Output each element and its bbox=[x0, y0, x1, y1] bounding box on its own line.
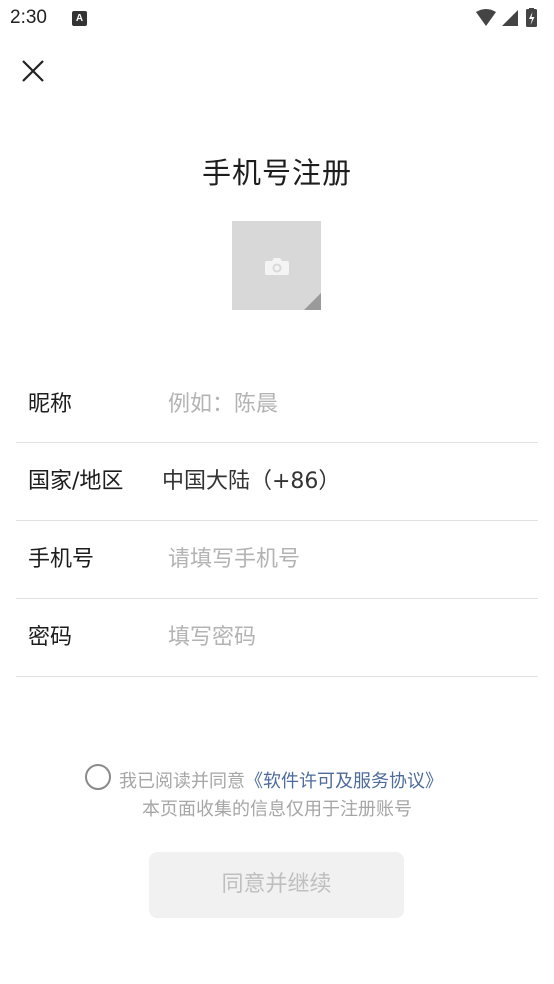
privacy-note: 本页面收集的信息仅用于注册账号 bbox=[142, 799, 412, 820]
avatar-upload[interactable] bbox=[232, 221, 321, 310]
status-bar: 2:30 A bbox=[0, 0, 554, 36]
agreement-checkbox[interactable] bbox=[85, 764, 111, 790]
nickname-row: 昵称 例如：陈晨 bbox=[16, 365, 538, 443]
password-label: 密码 bbox=[28, 625, 73, 650]
agreement-link[interactable]: 《软件许可及服务协议》 bbox=[245, 771, 443, 792]
page-title: 手机号注册 bbox=[201, 156, 352, 190]
battery-charging-icon bbox=[526, 8, 537, 27]
close-button[interactable] bbox=[18, 56, 48, 86]
phone-label: 手机号 bbox=[28, 547, 95, 572]
agreement-text: 我已阅读并同意《软件许可及服务协议》 bbox=[119, 767, 443, 793]
signal-icon bbox=[502, 10, 518, 26]
region-value[interactable]: 中国大陆（+86） bbox=[162, 443, 340, 520]
region-label: 国家/地区 bbox=[28, 469, 124, 494]
close-icon bbox=[22, 60, 44, 82]
wifi-icon bbox=[476, 9, 496, 26]
password-input[interactable]: 填写密码 bbox=[168, 599, 256, 676]
status-time: 2:30 bbox=[10, 7, 47, 28]
phone-row: 手机号 请填写手机号 bbox=[16, 521, 538, 599]
avatar-corner-mark bbox=[304, 293, 321, 310]
registration-form: 昵称 例如：陈晨 国家/地区 中国大陆（+86） 手机号 请填写手机号 密码 填… bbox=[16, 365, 538, 677]
nickname-input[interactable]: 例如：陈晨 bbox=[168, 366, 278, 443]
password-row: 密码 填写密码 bbox=[16, 599, 538, 677]
camera-icon bbox=[265, 258, 289, 275]
status-icons bbox=[474, 8, 546, 28]
agree-continue-button[interactable]: 同意并继续 bbox=[149, 852, 404, 918]
phone-input[interactable]: 请填写手机号 bbox=[168, 521, 300, 598]
nickname-label: 昵称 bbox=[28, 392, 73, 417]
app-notification-icon: A bbox=[72, 11, 87, 26]
region-row[interactable]: 国家/地区 中国大陆（+86） bbox=[16, 443, 538, 521]
agreement-prefix: 我已阅读并同意 bbox=[119, 771, 245, 792]
